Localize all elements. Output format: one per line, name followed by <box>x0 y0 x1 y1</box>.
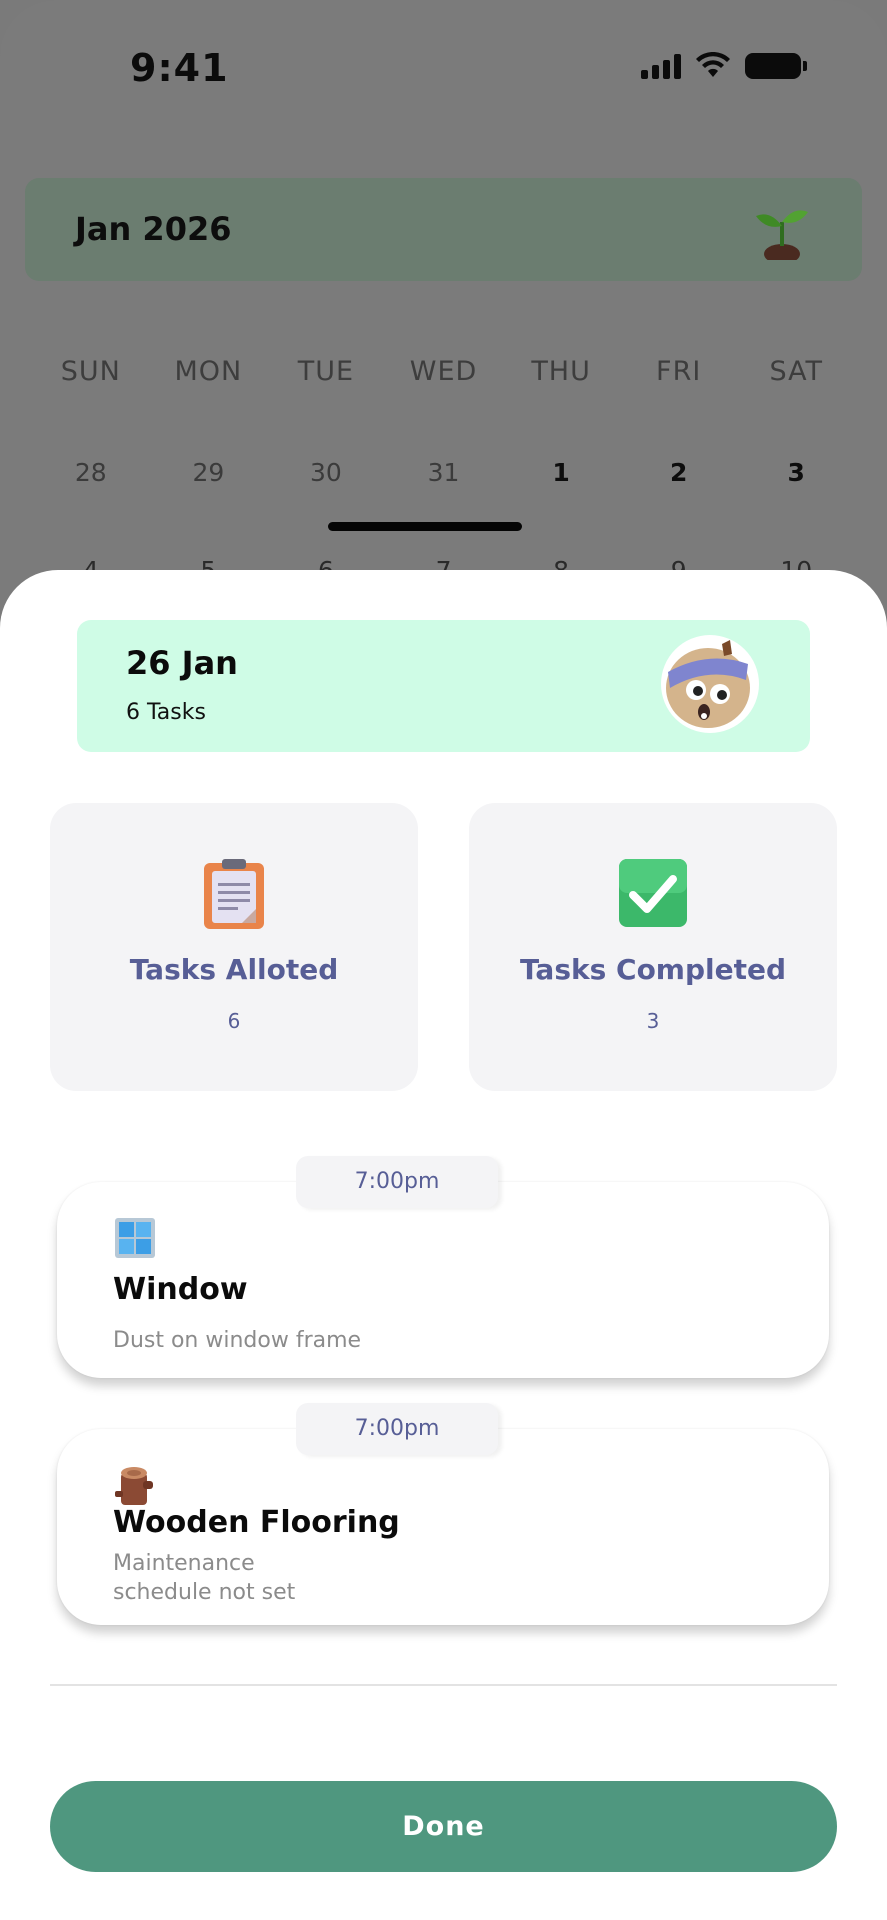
task-card-wooden-flooring[interactable]: Wooden Flooring Maintenance schedule not… <box>57 1429 829 1625</box>
month-banner: Jan 2026 <box>25 178 862 281</box>
month-title: Jan 2026 <box>75 210 232 248</box>
calendar-day[interactable]: 29 <box>150 458 268 487</box>
calendar-day[interactable]: 2 <box>620 458 738 487</box>
day-header: 26 Jan 6 Tasks <box>77 620 810 752</box>
task-time-chip: 7:00pm <box>296 1403 498 1455</box>
done-button[interactable]: Done <box>50 1781 837 1872</box>
task-card-window[interactable]: Window Dust on window frame <box>57 1182 829 1378</box>
weekday-thu: THU <box>531 356 591 387</box>
home-indicator <box>328 522 522 531</box>
weekday-sat: SAT <box>769 356 824 387</box>
task-description: Dust on window frame <box>113 1328 362 1353</box>
sprout-icon <box>756 210 808 260</box>
wood-log-icon <box>115 1467 153 1505</box>
calendar-day[interactable]: 1 <box>502 458 620 487</box>
day-title: 26 Jan <box>126 644 238 682</box>
calendar-week-1: 28 29 30 31 1 2 3 <box>32 458 855 487</box>
tasks-completed-label: Tasks Completed <box>519 953 787 986</box>
mascot-avatar-icon <box>661 635 759 733</box>
task-time-chip: 7:00pm <box>296 1156 498 1208</box>
check-mark-icon <box>619 859 687 927</box>
tasks-alloted-value: 6 <box>227 1009 241 1033</box>
status-time: 9:41 <box>130 46 229 90</box>
calendar-day[interactable]: 31 <box>385 458 503 487</box>
day-task-count: 6 Tasks <box>126 700 206 725</box>
weekday-header: SUN MON TUE WED THU FRI SAT <box>32 356 855 387</box>
battery-icon <box>745 52 807 79</box>
weekday-sun: SUN <box>60 356 121 387</box>
task-title: Window <box>113 1272 248 1307</box>
weekday-fri: FRI <box>656 356 702 387</box>
weekday-wed: WED <box>409 356 478 387</box>
tasks-alloted-label: Tasks Alloted <box>129 953 339 986</box>
status-bar: 9:41 <box>0 0 887 130</box>
weekday-mon: MON <box>174 356 243 387</box>
window-icon <box>115 1218 155 1258</box>
task-title: Wooden Flooring <box>113 1505 400 1540</box>
task-description: Maintenance schedule not set <box>113 1551 296 1605</box>
day-detail-sheet: 26 Jan 6 Tasks Tasks Alloted 6 Tasks Com… <box>0 570 887 1920</box>
wifi-icon <box>696 52 730 77</box>
weekday-tue: TUE <box>297 356 355 387</box>
signal-icon <box>641 53 681 79</box>
tasks-alloted-card: Tasks Alloted 6 <box>50 803 418 1091</box>
calendar-day[interactable]: 30 <box>267 458 385 487</box>
calendar-day[interactable]: 3 <box>737 458 855 487</box>
tasks-completed-value: 3 <box>646 1009 660 1033</box>
tasks-completed-card: Tasks Completed 3 <box>469 803 837 1091</box>
status-icons <box>641 52 807 79</box>
clipboard-icon <box>204 859 264 929</box>
divider <box>50 1684 837 1686</box>
calendar-day[interactable]: 28 <box>32 458 150 487</box>
